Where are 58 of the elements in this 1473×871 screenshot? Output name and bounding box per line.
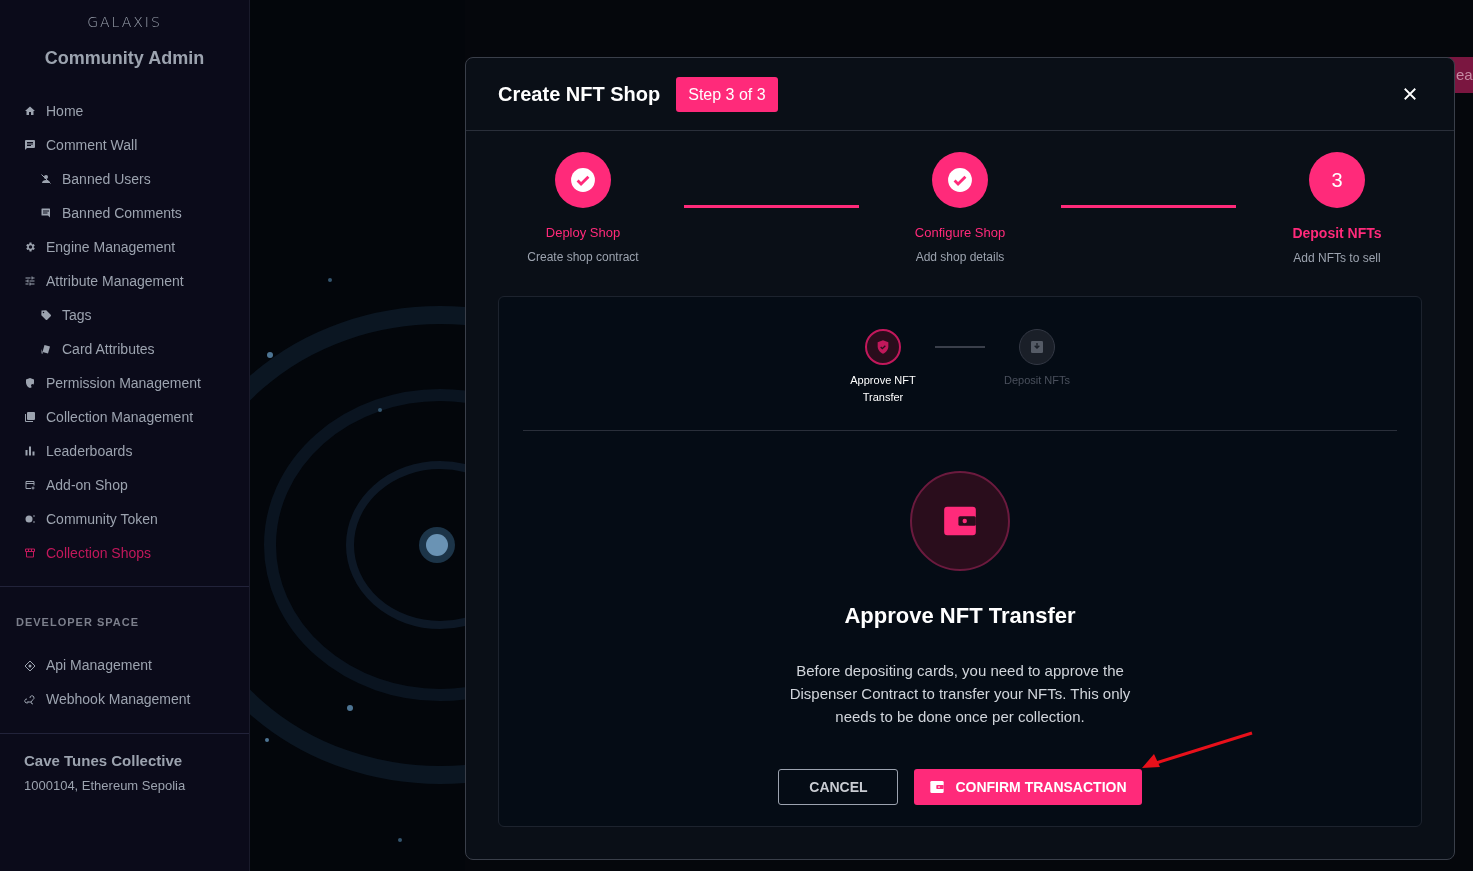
substep-label: Deposit NFTs xyxy=(1004,373,1070,388)
step-sublabel: Create shop contract xyxy=(527,248,639,266)
substep-label: Approve NFT Transfer xyxy=(849,373,917,405)
step-label: Deploy Shop xyxy=(545,224,621,242)
webhook-icon xyxy=(24,693,36,706)
check-icon xyxy=(570,167,596,193)
sidebar-item[interactable]: Leaderboards xyxy=(0,434,249,468)
sliders-icon xyxy=(24,275,36,287)
download-box-icon xyxy=(1029,339,1045,355)
stack-icon xyxy=(24,411,36,423)
sidebar-item[interactable]: Tags xyxy=(0,298,249,332)
card-description: Before depositing cards, you need to approve the Dispenser Contract to transfer your NFTs. This only needs to be done once per collection. xyxy=(788,661,1132,727)
sidebar-item[interactable]: Permission Management xyxy=(0,366,249,400)
community-name: Cave Tunes Collective xyxy=(24,750,184,771)
wallet-icon xyxy=(929,779,946,795)
bar-chart-icon xyxy=(24,445,36,457)
sidebar-item[interactable]: Banned Users xyxy=(0,162,249,196)
step-sublabel: Add shop details xyxy=(915,248,1005,266)
sidebar-item[interactable]: Webhook Management xyxy=(0,682,249,717)
section-heading: DEVELOPER SPACE xyxy=(15,615,140,630)
sidebar-item[interactable]: Card Attributes xyxy=(0,332,249,366)
target-icon xyxy=(24,659,36,672)
sidebar-item[interactable]: Add-on Shop xyxy=(0,468,249,502)
sidebar-item[interactable]: Community Token xyxy=(0,502,249,536)
community-details: 1000104, Ethereum Sepolia xyxy=(24,777,187,795)
sidebar-item[interactable]: Home xyxy=(0,94,249,128)
home-icon xyxy=(24,105,36,117)
gear-icon xyxy=(24,241,36,253)
step-badge: Step 3 of 3 xyxy=(676,76,778,112)
close-icon xyxy=(1401,85,1419,103)
step-number: 3 xyxy=(1331,168,1343,193)
logo-text: GALAXIS xyxy=(87,13,162,32)
step-label: Configure Shop xyxy=(914,224,1006,242)
sidebar-item[interactable]: Engine Management xyxy=(0,230,249,264)
cancel-button[interactable]: CANCEL xyxy=(778,769,899,805)
shield-icon xyxy=(24,377,36,389)
sidebar-item[interactable]: Comment Wall xyxy=(0,128,249,162)
step-sublabel: Add NFTs to sell xyxy=(1293,250,1381,267)
store-icon xyxy=(24,547,36,559)
sidebar-item[interactable]: Api Management xyxy=(0,648,249,683)
person-off-icon xyxy=(40,173,52,185)
step-label: Deposit NFTs xyxy=(1292,224,1382,243)
comment-icon xyxy=(40,207,52,219)
check-icon xyxy=(947,167,973,193)
sidebar-item[interactable]: Attribute Management xyxy=(0,264,249,298)
tag-icon xyxy=(40,309,52,321)
confirm-button[interactable]: CONFIRM TRANSACTION xyxy=(914,769,1142,805)
cards-icon xyxy=(40,343,52,355)
sidebar-item[interactable]: Banned Comments xyxy=(0,196,249,230)
sidebar-item[interactable]: Collection Management xyxy=(0,400,249,434)
shield-check-icon xyxy=(875,339,891,355)
card-plus-icon xyxy=(24,479,36,491)
connector-line xyxy=(935,346,985,348)
chat-icon xyxy=(24,139,36,151)
coin-icon xyxy=(24,513,36,525)
modal-title: Create NFT Shop xyxy=(498,82,661,107)
sidebar-title: Community Admin xyxy=(44,47,205,70)
card-heading: Approve NFT Transfer xyxy=(844,602,1076,630)
